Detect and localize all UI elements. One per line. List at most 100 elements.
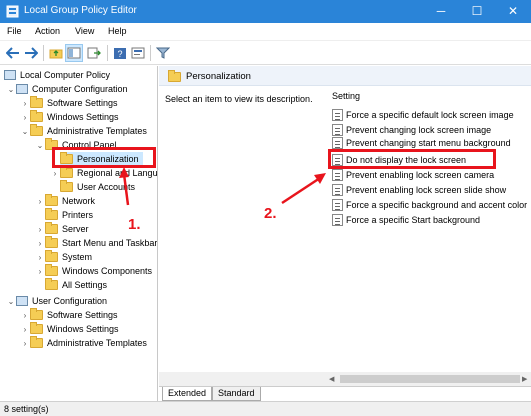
folder-icon <box>45 194 58 206</box>
tree-item-software-settings[interactable]: › Software Settings <box>20 96 118 110</box>
status-bar: 8 setting(s) <box>0 401 531 416</box>
export-list-icon[interactable] <box>85 44 103 62</box>
tree-item-user-administrative-templates[interactable]: › Administrative Templates <box>20 336 147 350</box>
tree-item-system[interactable]: › System <box>35 250 92 264</box>
policy-setting-icon <box>332 168 343 181</box>
title-bar[interactable]: Local Group Policy Editor ─ ☐ ✕ <box>0 0 531 23</box>
policy-setting-icon <box>332 137 343 149</box>
toolbar-separator <box>107 45 108 61</box>
chevron-right-icon[interactable]: › <box>20 113 30 122</box>
setting-row[interactable]: Prevent changing start menu background <box>332 137 511 149</box>
chevron-down-icon[interactable]: ⌄ <box>6 85 16 94</box>
policy-icon <box>4 70 16 80</box>
gpedit-window: Local Group Policy Editor ─ ☐ ✕ File Act… <box>0 0 531 416</box>
help-icon[interactable]: ? <box>111 44 129 62</box>
highlight-box-personalization <box>52 147 156 168</box>
folder-icon <box>30 336 43 348</box>
computer-icon <box>16 296 28 306</box>
folder-icon <box>60 180 73 192</box>
forward-arrow-icon[interactable] <box>22 44 40 62</box>
minimize-icon[interactable]: ─ <box>423 0 459 23</box>
folder-icon <box>30 110 43 122</box>
folder-icon <box>45 250 58 262</box>
tree-item-start-menu-and-taskbar[interactable]: › Start Menu and Taskbar <box>35 236 157 250</box>
tree-item-all-settings[interactable]: All Settings <box>45 278 107 292</box>
tree-item-computer-configuration[interactable]: ⌄ Computer Configuration <box>6 82 128 96</box>
tree-item-network[interactable]: › Network <box>35 194 95 208</box>
tab-standard[interactable]: Standard <box>212 387 261 401</box>
status-text: 8 setting(s) <box>4 404 49 414</box>
chevron-right-icon[interactable]: › <box>35 225 45 234</box>
folder-icon <box>30 322 43 334</box>
computer-icon <box>16 84 28 94</box>
filter-icon[interactable] <box>154 44 172 62</box>
setting-column-header[interactable]: Setting <box>332 91 360 101</box>
folder-icon <box>45 222 58 234</box>
folder-icon <box>45 278 58 290</box>
chevron-right-icon[interactable]: › <box>35 197 45 206</box>
setting-row[interactable]: Force a specific Start background <box>332 212 480 227</box>
step-two-label: 2. <box>264 205 277 222</box>
setting-row[interactable]: Force a specific background and accent c… <box>332 197 527 212</box>
tree-item-local-computer-policy[interactable]: Local Computer Policy <box>4 68 110 82</box>
tree-item-user-configuration[interactable]: ⌄ User Configuration <box>6 294 107 308</box>
setting-row[interactable]: Prevent enabling lock screen camera <box>332 167 494 182</box>
chevron-right-icon[interactable]: › <box>35 239 45 248</box>
tree-item-regional-and-language[interactable]: › Regional and Language <box>50 166 157 180</box>
view-tabs: Extended Standard <box>159 386 531 401</box>
scroll-right-icon[interactable]: ▶ <box>522 375 527 383</box>
menu-action[interactable]: Action <box>35 26 60 36</box>
step-one-label: 1. <box>128 216 141 233</box>
close-icon[interactable]: ✕ <box>495 0 531 23</box>
tree-item-windows-components[interactable]: › Windows Components <box>35 264 152 278</box>
toolbar-separator <box>43 45 44 61</box>
setting-row[interactable]: Prevent enabling lock screen slide show <box>332 182 506 197</box>
scroll-left-icon[interactable]: ◀ <box>329 375 334 383</box>
policy-setting-icon <box>332 198 343 211</box>
back-arrow-icon[interactable] <box>4 44 22 62</box>
chevron-right-icon[interactable]: › <box>20 99 30 108</box>
show-hide-tree-icon[interactable] <box>65 44 83 62</box>
folder-icon <box>30 308 43 320</box>
scrollbar-thumb[interactable] <box>340 375 520 383</box>
tree-pane[interactable]: Local Computer Policy ⌄ Computer Configu… <box>0 66 158 401</box>
policy-setting-icon <box>332 213 343 226</box>
up-folder-icon[interactable] <box>47 44 65 62</box>
horizontal-scrollbar[interactable]: ◀ ▶ <box>159 372 531 386</box>
svg-text:?: ? <box>117 49 122 59</box>
setting-row[interactable]: Prevent changing lock screen image <box>332 122 491 137</box>
window-title: Local Group Policy Editor <box>24 5 137 16</box>
policy-setting-icon <box>332 123 343 136</box>
tree-item-user-accounts[interactable]: User Accounts <box>60 180 135 194</box>
tree-item-printers[interactable]: Printers <box>45 208 93 222</box>
chevron-right-icon[interactable]: › <box>20 311 30 320</box>
chevron-right-icon[interactable]: › <box>20 339 30 348</box>
policy-setting-icon <box>332 108 343 121</box>
chevron-right-icon[interactable]: › <box>50 169 60 178</box>
tree-item-user-software-settings[interactable]: › Software Settings <box>20 308 118 322</box>
setting-row[interactable]: Force a specific default lock screen ima… <box>332 107 514 122</box>
folder-icon <box>45 208 58 220</box>
chevron-right-icon[interactable]: › <box>20 325 30 334</box>
app-icon <box>6 5 19 18</box>
policy-setting-icon <box>332 183 343 196</box>
folder-icon <box>168 70 181 82</box>
chevron-down-icon[interactable]: ⌄ <box>20 127 30 136</box>
details-pane[interactable]: Personalization Select an item to view i… <box>159 66 531 386</box>
maximize-icon[interactable]: ☐ <box>459 0 495 23</box>
tree-item-user-windows-settings[interactable]: › Windows Settings <box>20 322 119 336</box>
chevron-right-icon[interactable]: › <box>35 253 45 262</box>
chevron-down-icon[interactable]: ⌄ <box>35 141 45 150</box>
menu-view[interactable]: View <box>75 26 94 36</box>
tab-extended[interactable]: Extended <box>162 387 213 401</box>
chevron-down-icon[interactable]: ⌄ <box>6 297 16 306</box>
menu-file[interactable]: File <box>7 26 22 36</box>
toolbar: ? <box>0 41 531 65</box>
chevron-right-icon[interactable]: › <box>35 267 45 276</box>
description-text: Select an item to view its description. <box>165 94 313 104</box>
tree-item-administrative-templates[interactable]: ⌄ Administrative Templates <box>20 124 147 138</box>
tree-item-server[interactable]: › Server <box>35 222 89 236</box>
menu-help[interactable]: Help <box>108 26 127 36</box>
tree-item-windows-settings[interactable]: › Windows Settings <box>20 110 119 124</box>
properties-icon[interactable] <box>129 44 147 62</box>
